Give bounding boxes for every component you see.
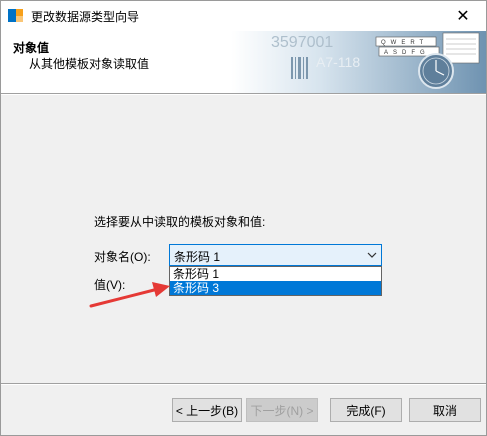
back-button[interactable]: < 上一步(B) bbox=[172, 398, 242, 422]
dropdown-option[interactable]: 条形码 1 bbox=[170, 267, 381, 281]
header-divider-highlight bbox=[1, 94, 486, 95]
chevron-down-icon bbox=[367, 252, 377, 258]
close-button[interactable]: ✕ bbox=[440, 1, 486, 31]
object-name-dropdown-list: 条形码 1 条形码 3 bbox=[169, 266, 382, 296]
dropdown-option-highlighted[interactable]: 条形码 3 bbox=[170, 281, 381, 295]
window-title: 更改数据源类型向导 bbox=[31, 10, 140, 24]
app-icon bbox=[7, 7, 24, 24]
page-title: 对象值 bbox=[13, 41, 50, 55]
finish-button[interactable]: 完成(F) bbox=[330, 398, 402, 422]
object-name-select[interactable]: 条形码 1 bbox=[169, 244, 382, 266]
next-button[interactable]: 下一步(N) > bbox=[246, 398, 318, 422]
annotation-arrow bbox=[89, 282, 170, 308]
header-art-code: A7-118 bbox=[316, 54, 360, 70]
close-icon: ✕ bbox=[456, 8, 470, 25]
wizard-window: 更改数据源类型向导 ✕ 对象值 从其他模板对象读取值 3597001 A7-11… bbox=[0, 0, 487, 436]
header-banner-image: 3597001 A7-118 QWERT ASDFG bbox=[231, 31, 486, 93]
svg-text:QWERT: QWERT bbox=[381, 40, 428, 46]
cancel-button[interactable]: 取消 bbox=[409, 398, 481, 422]
title-bar: 更改数据源类型向导 ✕ bbox=[1, 1, 486, 31]
header-art-number: 3597001 bbox=[271, 34, 333, 51]
object-name-label: 对象名(O): bbox=[94, 250, 151, 264]
object-name-selected-value: 条形码 1 bbox=[174, 250, 221, 264]
footer-divider-highlight bbox=[1, 384, 486, 385]
svg-text:ASDFG: ASDFG bbox=[384, 50, 430, 56]
wizard-header: 对象值 从其他模板对象读取值 3597001 A7-118 QWERT ASDF… bbox=[1, 31, 486, 93]
page-subtitle: 从其他模板对象读取值 bbox=[29, 57, 150, 71]
instruction-text: 选择要从中读取的模板对象和值: bbox=[94, 215, 266, 229]
